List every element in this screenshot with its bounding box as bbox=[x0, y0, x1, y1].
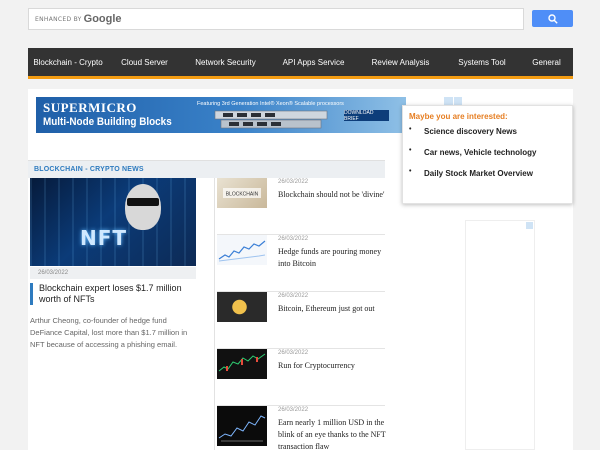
ad-choices-icon[interactable] bbox=[444, 97, 462, 105]
featured-title[interactable]: Blockchain expert loses $1.7 million wor… bbox=[30, 283, 196, 305]
news-thumbnail[interactable] bbox=[217, 235, 267, 265]
news-thumbnail[interactable] bbox=[217, 349, 267, 379]
image-background bbox=[30, 178, 196, 266]
bullet-icon: • bbox=[409, 168, 412, 175]
svg-text:BLOCKCHAIN: BLOCKCHAIN bbox=[226, 192, 259, 198]
list-item[interactable]: 26/03/2022 Hedge funds are pouring money… bbox=[217, 235, 385, 292]
nav-item-cloud-server[interactable]: Cloud Server bbox=[108, 48, 181, 76]
news-thumbnail[interactable] bbox=[217, 406, 267, 446]
chart-thumb-graphic bbox=[218, 415, 266, 442]
main-nav: Blockchain - Crypto Cloud Server Network… bbox=[28, 48, 573, 79]
column-divider bbox=[214, 178, 215, 450]
suggestion-popup: Maybe you are interested: • Science disc… bbox=[402, 105, 573, 204]
featured-image[interactable]: NFT bbox=[30, 178, 196, 266]
bullet-icon: • bbox=[409, 126, 412, 133]
content-area: SUPERMICRO Multi-Node Building Blocks Fe… bbox=[28, 89, 573, 450]
news-title[interactable]: Run for Cryptocurrency bbox=[278, 360, 386, 372]
list-item[interactable]: 26/03/2022 Bitcoin, Ethereum just got ou… bbox=[217, 292, 385, 349]
ad-choices-icon[interactable] bbox=[526, 222, 533, 229]
ad-brand: SUPERMICRO bbox=[43, 100, 137, 115]
news-title[interactable]: Bitcoin, Ethereum just got out bbox=[278, 303, 386, 315]
list-item[interactable]: 26/03/2022 Run for Cryptocurrency bbox=[217, 349, 385, 406]
news-date: 26/03/2022 bbox=[278, 179, 309, 185]
list-item[interactable]: BLOCKCHAIN 26/03/2022 Blockchain should … bbox=[217, 178, 385, 235]
popup-item[interactable]: • Car news, Vehicle technology bbox=[409, 147, 566, 169]
news-title[interactable]: Earn nearly 1 million USD in the blink o… bbox=[278, 417, 386, 450]
nav-item-general[interactable]: General bbox=[520, 48, 573, 76]
popup-item[interactable]: • Daily Stock Market Overview bbox=[409, 168, 566, 190]
nav-item-review-analysis[interactable]: Review Analysis bbox=[357, 48, 444, 76]
glasses-shape bbox=[127, 198, 159, 206]
featured-excerpt: Arthur Cheong, co-founder of hedge fund … bbox=[30, 316, 188, 349]
ad-headline: Multi-Node Building Blocks bbox=[43, 116, 172, 128]
candlestick-thumb-graphic bbox=[218, 353, 266, 372]
featured-date: 26/03/2022 bbox=[30, 267, 196, 279]
mannequin-head bbox=[125, 184, 161, 230]
nav-item-systems-tool[interactable]: Systems Tool bbox=[444, 48, 520, 76]
chart-thumb-graphic bbox=[218, 240, 266, 262]
image-caption-text: NFT bbox=[80, 226, 128, 250]
search-button[interactable] bbox=[532, 10, 573, 27]
popup-item[interactable]: • Science discovery News bbox=[409, 126, 566, 148]
news-thumbnail[interactable]: BLOCKCHAIN bbox=[217, 178, 267, 208]
news-thumbnail[interactable] bbox=[217, 292, 267, 322]
search-input[interactable]: ENHANCED BY Google bbox=[28, 8, 524, 30]
server-icon bbox=[214, 110, 328, 129]
popup-item-label[interactable]: Daily Stock Market Overview bbox=[424, 169, 533, 178]
bullet-icon: • bbox=[409, 147, 412, 154]
news-date: 26/03/2022 bbox=[278, 236, 309, 242]
blockchain-thumb-graphic: BLOCKCHAIN bbox=[223, 188, 261, 198]
news-list: BLOCKCHAIN 26/03/2022 Blockchain should … bbox=[217, 178, 386, 450]
sidebar-ad[interactable] bbox=[465, 220, 535, 450]
search-icon bbox=[547, 13, 558, 24]
nav-item-blockchain-crypto[interactable]: Blockchain - Crypto bbox=[28, 48, 108, 76]
popup-item-label[interactable]: Science discovery News bbox=[424, 127, 517, 136]
popup-item-label[interactable]: Car news, Vehicle technology bbox=[424, 148, 536, 157]
nav-item-network-security[interactable]: Network Security bbox=[181, 48, 270, 76]
page: ENHANCED BY Google Blockchain - Crypto C… bbox=[0, 0, 600, 450]
search-enhanced-label: ENHANCED BY bbox=[35, 15, 82, 23]
news-date: 26/03/2022 bbox=[278, 350, 309, 356]
ad-cta-button[interactable]: DOWNLOAD BRIEF bbox=[344, 110, 389, 122]
news-title[interactable]: Blockchain should not be 'divine' bbox=[278, 189, 386, 201]
popup-title: Maybe you are interested: bbox=[409, 112, 508, 121]
section-header: BLOCKCHAIN - CRYPTO NEWS bbox=[28, 160, 385, 178]
list-item[interactable]: 26/03/2022 Earn nearly 1 million USD in … bbox=[217, 406, 386, 450]
search-bar: ENHANCED BY Google bbox=[28, 8, 573, 30]
news-title[interactable]: Hedge funds are pouring money into Bitco… bbox=[278, 246, 386, 270]
section-title[interactable]: BLOCKCHAIN - CRYPTO NEWS bbox=[34, 166, 144, 173]
news-date: 26/03/2022 bbox=[278, 407, 309, 413]
nav-item-api-apps-service[interactable]: API Apps Service bbox=[270, 48, 357, 76]
news-date: 26/03/2022 bbox=[278, 293, 309, 299]
google-logo: Google bbox=[83, 13, 122, 25]
ad-tagline: Featuring 3rd Generation Intel® Xeon® Sc… bbox=[197, 101, 344, 107]
ad-banner[interactable]: SUPERMICRO Multi-Node Building Blocks Fe… bbox=[36, 97, 406, 133]
